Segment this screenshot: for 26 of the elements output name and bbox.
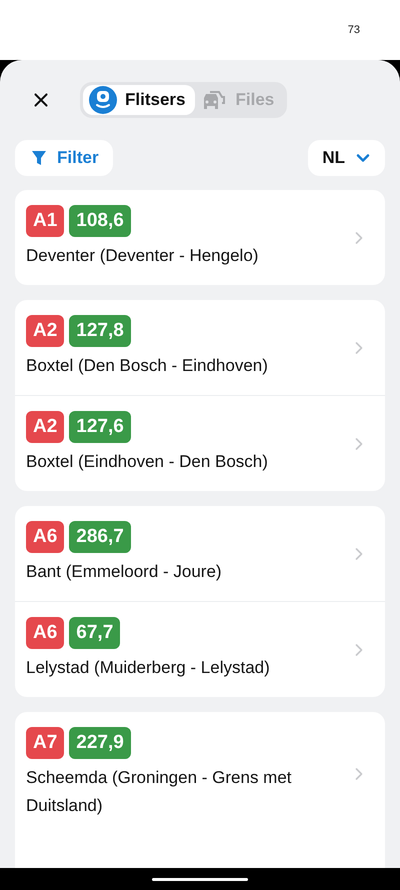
filter-icon: [31, 150, 47, 166]
kilometer-badge: 67,7: [69, 617, 120, 649]
location-text: Lelystad (Muiderberg - Lelystad): [26, 657, 271, 679]
road-badge: A1: [26, 205, 64, 237]
location-text: Deventer (Deventer - Hengelo): [26, 245, 260, 267]
home-indicator[interactable]: [152, 878, 248, 880]
kilometer-badge: 127,6: [69, 411, 131, 443]
kilometer-badge: 227,9: [69, 727, 131, 759]
road-badge: A2: [26, 411, 64, 443]
road-badge: A6: [26, 617, 64, 649]
kilometer-badge: 286,7: [69, 521, 131, 553]
tab[interactable]: Flitsers: [83, 85, 196, 115]
location-text: Boxtel (Eindhoven - Den Bosch): [26, 451, 269, 473]
location-text: Bant (Emmeloord - Joure): [26, 561, 223, 583]
location-text: Scheemda (Groningen - Grens met Duitsland): [26, 767, 293, 817]
road-badge: A7: [26, 727, 64, 759]
cars-icon: [201, 89, 228, 111]
kilometer-badge: 108,6: [69, 205, 131, 237]
location-text: Boxtel (Den Bosch - Eindhoven): [26, 355, 269, 377]
country-dropdown[interactable]: NL: [308, 140, 385, 176]
battery-level: 73: [348, 24, 360, 36]
filter-button[interactable]: Filter: [15, 140, 113, 176]
speed-camera-icon: [89, 86, 117, 114]
kilometer-badge: 127,8: [69, 315, 131, 347]
road-badge: A6: [26, 521, 64, 553]
road-badge: A2: [26, 315, 64, 347]
